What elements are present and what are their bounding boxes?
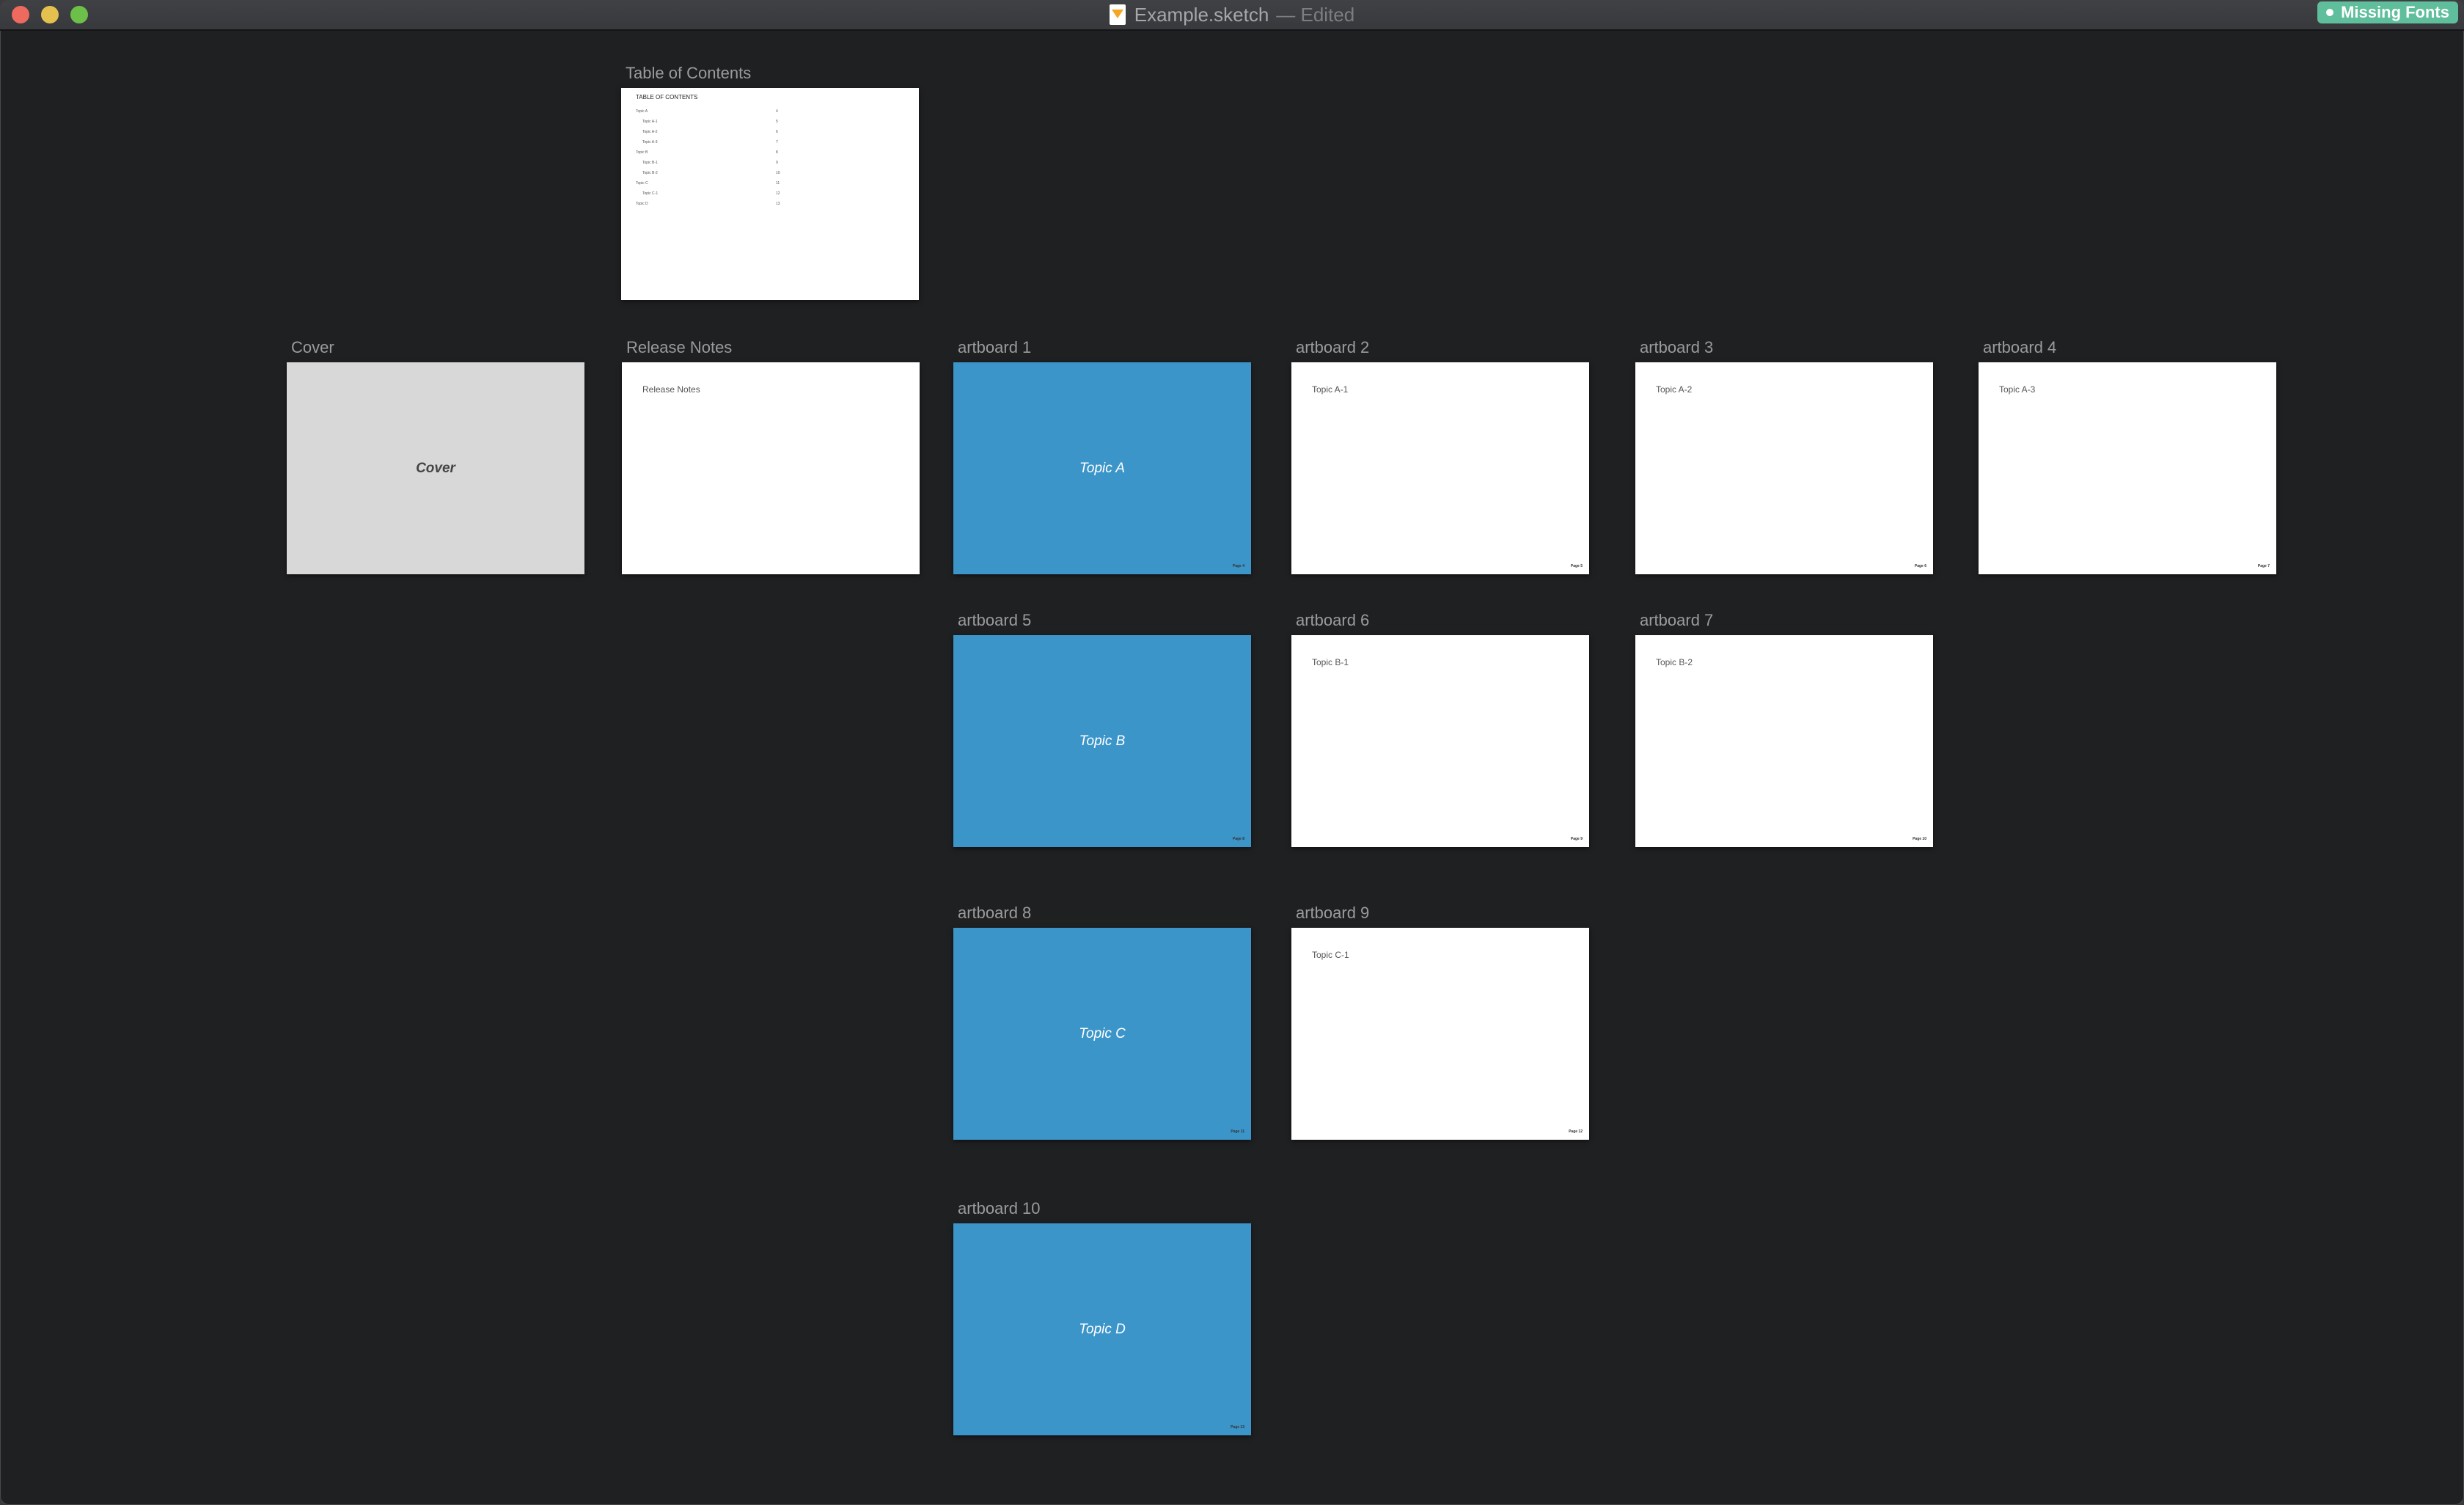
toc-entry-page: 13 bbox=[776, 202, 780, 206]
topic-title: Topic A bbox=[1079, 460, 1125, 476]
sketch-document-icon bbox=[1109, 4, 1126, 25]
artboard-canvas[interactable]: TABLE OF CONTENTS Topic A 4 Topic A-1 5 Topi… bbox=[621, 88, 919, 300]
artboard-7[interactable]: artboard 7 Topic B-2 Page 10 bbox=[1635, 611, 1933, 847]
edited-status: — Edited bbox=[1276, 3, 1355, 26]
topic-heading: Topic A-2 bbox=[1656, 384, 1693, 395]
cover-title: Cover bbox=[416, 460, 455, 476]
artboard-release-notes[interactable]: Release Notes Release Notes bbox=[622, 338, 920, 574]
artboard-canvas[interactable]: Topic B-1 Page 9 bbox=[1291, 635, 1589, 847]
document-name: Example.sketch bbox=[1134, 3, 1269, 26]
page-number: Page 5 bbox=[1570, 564, 1583, 568]
sketch-window: Example.sketch — Edited Missing Fonts Ta… bbox=[0, 0, 2464, 1505]
toc-entry-title: Topic C-1 bbox=[642, 191, 659, 196]
page-number: Page 12 bbox=[1569, 1129, 1583, 1134]
artboard-label[interactable]: Release Notes bbox=[626, 338, 732, 357]
artboard-label[interactable]: artboard 1 bbox=[958, 338, 1031, 357]
artboard-label[interactable]: artboard 10 bbox=[958, 1199, 1041, 1218]
artboard-4[interactable]: artboard 4 Topic A-3 Page 7 bbox=[1979, 338, 2276, 574]
page-number: Page 6 bbox=[1914, 564, 1926, 568]
artboard-8[interactable]: artboard 8 Topic C Page 11 bbox=[953, 904, 1251, 1140]
toc-entry-page: 6 bbox=[776, 130, 778, 134]
toc-entry-page: 8 bbox=[776, 150, 778, 155]
artboard-label[interactable]: Table of Contents bbox=[626, 64, 751, 83]
artboard-3[interactable]: artboard 3 Topic A-2 Page 6 bbox=[1635, 338, 1933, 574]
page-number: Page 8 bbox=[1232, 837, 1244, 841]
page-number: Page 4 bbox=[1232, 564, 1244, 568]
artboard-canvas[interactable]: Topic C-1 Page 12 bbox=[1291, 928, 1589, 1140]
artboard-canvas[interactable]: Release Notes bbox=[622, 362, 920, 574]
topic-title: Topic D bbox=[1079, 1321, 1126, 1337]
artboard-label[interactable]: Cover bbox=[291, 338, 334, 357]
artboard-cover[interactable]: Cover Cover bbox=[287, 338, 584, 574]
artboard-label[interactable]: artboard 2 bbox=[1296, 338, 1369, 357]
topic-title: Topic B bbox=[1079, 733, 1126, 749]
topic-heading: Topic B-2 bbox=[1656, 657, 1693, 667]
artboard-label[interactable]: artboard 6 bbox=[1296, 611, 1369, 630]
page-number: Page 9 bbox=[1570, 837, 1583, 841]
toc-entry-page: 9 bbox=[776, 161, 778, 165]
artboard-9[interactable]: artboard 9 Topic C-1 Page 12 bbox=[1291, 904, 1589, 1140]
toc-entry-title: Topic B bbox=[636, 150, 648, 155]
artboard-label[interactable]: artboard 9 bbox=[1296, 904, 1369, 923]
toc-entry-title: Topic A-3 bbox=[642, 140, 658, 144]
artboard-canvas[interactable]: Cover bbox=[287, 362, 584, 574]
artboard-10[interactable]: artboard 10 Topic D Page 13 bbox=[953, 1199, 1251, 1435]
artboard-canvas[interactable]: Topic B Page 8 bbox=[953, 635, 1251, 847]
page-number: Page 7 bbox=[2257, 564, 2270, 568]
artboard-label[interactable]: artboard 7 bbox=[1640, 611, 1713, 630]
artboard-canvas[interactable]: Topic A-1 Page 5 bbox=[1291, 362, 1589, 574]
artboard-6[interactable]: artboard 6 Topic B-1 Page 9 bbox=[1291, 611, 1589, 847]
topic-title: Topic C bbox=[1079, 1025, 1126, 1041]
artboard-canvas[interactable]: Topic A-3 Page 7 bbox=[1979, 362, 2276, 574]
toc-entry-title: Topic A bbox=[636, 109, 648, 114]
toc-entry-page: 4 bbox=[776, 109, 778, 114]
toc-entry-title: Topic A-1 bbox=[642, 120, 658, 124]
artboard-2[interactable]: artboard 2 Topic A-1 Page 5 bbox=[1291, 338, 1589, 574]
toc-entry-title: Topic B-2 bbox=[642, 171, 658, 175]
artboard-label[interactable]: artboard 4 bbox=[1983, 338, 2056, 357]
topic-heading: Topic C-1 bbox=[1312, 950, 1349, 960]
artboard-label[interactable]: artboard 5 bbox=[958, 611, 1031, 630]
page-number: Page 10 bbox=[1913, 837, 1926, 841]
toc-entry-page: 7 bbox=[776, 140, 778, 144]
topic-heading: Topic A-3 bbox=[1999, 384, 2036, 395]
artboard-canvas[interactable]: Topic A Page 4 bbox=[953, 362, 1251, 574]
page-number: Page 13 bbox=[1231, 1425, 1244, 1429]
topic-heading: Topic A-1 bbox=[1312, 384, 1349, 395]
topic-heading: Topic B-1 bbox=[1312, 657, 1349, 667]
page-number: Page 11 bbox=[1231, 1129, 1244, 1134]
toc-entry-title: Topic C bbox=[636, 181, 648, 186]
toc-heading: TABLE OF CONTENTS bbox=[636, 94, 698, 100]
artboard-canvas[interactable]: Topic B-2 Page 10 bbox=[1635, 635, 1933, 847]
artboard-label[interactable]: artboard 8 bbox=[958, 904, 1031, 923]
toc-entry-page: 5 bbox=[776, 120, 778, 124]
toc-entry-title: Topic A-2 bbox=[642, 130, 658, 134]
toc-entry-page: 12 bbox=[776, 191, 780, 196]
artboard-canvas[interactable]: Topic A-2 Page 6 bbox=[1635, 362, 1933, 574]
artboard-1[interactable]: artboard 1 Topic A Page 4 bbox=[953, 338, 1251, 574]
toc-entry-page: 11 bbox=[776, 181, 780, 186]
title-bar: Example.sketch — Edited Missing Fonts bbox=[0, 0, 2464, 31]
missing-fonts-label: Missing Fonts bbox=[2341, 3, 2449, 21]
toc-entry-title: Topic B-1 bbox=[642, 161, 658, 165]
release-notes-heading: Release Notes bbox=[642, 384, 700, 395]
artboard-canvas[interactable]: Topic D Page 13 bbox=[953, 1223, 1251, 1435]
toc-entry-title: Topic D bbox=[636, 202, 648, 206]
window-title: Example.sketch — Edited bbox=[0, 0, 2464, 29]
missing-fonts-button[interactable]: Missing Fonts bbox=[2317, 1, 2458, 23]
toc-entry-page: 10 bbox=[776, 171, 780, 175]
dot-icon bbox=[2326, 9, 2334, 16]
artboard-table-of-contents[interactable]: Table of Contents TABLE OF CONTENTS Topi… bbox=[621, 64, 919, 300]
artboard-5[interactable]: artboard 5 Topic B Page 8 bbox=[953, 611, 1251, 847]
artboard-label[interactable]: artboard 3 bbox=[1640, 338, 1713, 357]
artboard-canvas[interactable]: Topic C Page 11 bbox=[953, 928, 1251, 1140]
